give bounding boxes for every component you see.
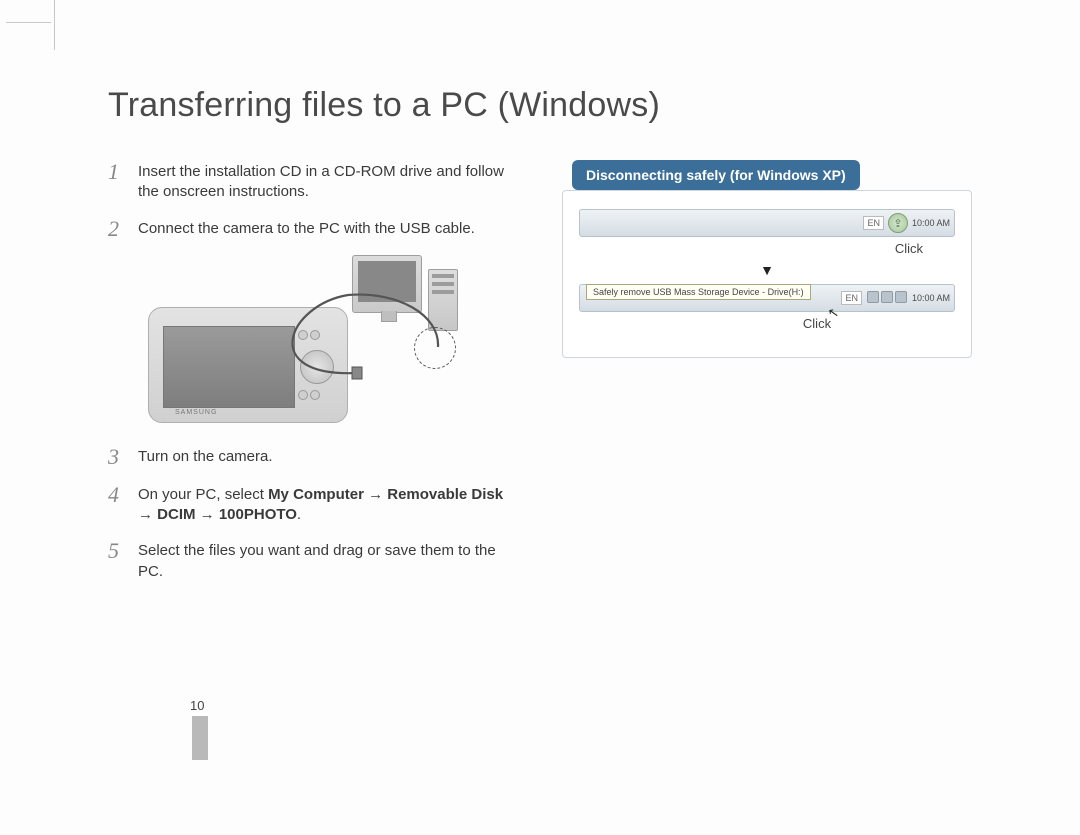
tray-clock: 10:00 AM (912, 293, 950, 303)
corner-rule-top (6, 22, 51, 23)
tray-icons (866, 291, 908, 305)
step-text-prefix: On your PC, select (138, 486, 268, 503)
step-text-suffix: . (297, 506, 301, 523)
cursor-icon: ↖ (827, 304, 841, 322)
step-text: Connect the camera to the PC with the US… (138, 217, 475, 241)
step-row: 5 Select the files you want and drag or … (108, 539, 514, 582)
page-number-tab (192, 716, 208, 760)
usb-connector-highlight (414, 327, 456, 369)
step-row: 1 Insert the installation CD in a CD-ROM… (108, 160, 514, 203)
camera-icon: SAMSUNG (148, 307, 348, 423)
language-indicator: EN (841, 291, 862, 305)
step-text: Turn on the camera. (138, 445, 273, 469)
step-text: On your PC, select My Computer → Removab… (138, 483, 514, 526)
taskbar-tray: Safely remove USB Mass Storage Device - … (579, 284, 955, 312)
arrow-down-icon: ▼ (579, 262, 955, 278)
steps-column: 1 Insert the installation CD in a CD-ROM… (108, 160, 514, 596)
click-label: Click (579, 241, 923, 256)
taskbar-tray: EN ⇪ 10:00 AM (579, 209, 955, 237)
step-row: 2 Connect the camera to the PC with the … (108, 217, 514, 241)
callout-column: Disconnecting safely (for Windows XP) EN… (562, 160, 972, 596)
step-number: 2 (108, 217, 124, 241)
step-text: Insert the installation CD in a CD-ROM d… (138, 160, 514, 203)
pc-tower-icon (428, 269, 458, 331)
step-row: 4 On your PC, select My Computer → Remov… (108, 483, 514, 526)
corner-rule-side (54, 0, 55, 50)
step-number: 3 (108, 445, 124, 469)
safely-remove-tooltip[interactable]: Safely remove USB Mass Storage Device - … (586, 284, 811, 300)
click-label: Click (679, 316, 955, 331)
tray-clock: 10:00 AM (912, 218, 950, 228)
content-columns: 1 Insert the installation CD in a CD-ROM… (108, 160, 978, 596)
monitor-icon (352, 255, 422, 313)
page-title: Transferring files to a PC (Windows) (108, 86, 660, 125)
callout-heading: Disconnecting safely (for Windows XP) (572, 160, 860, 190)
safely-remove-icon[interactable]: ⇪ (888, 213, 908, 233)
step-number: 5 (108, 539, 124, 582)
step-text: Select the files you want and drag or sa… (138, 539, 514, 582)
camera-brand-label: SAMSUNG (175, 409, 217, 416)
callout-box: EN ⇪ 10:00 AM Click ▼ Safely remove USB … (562, 190, 972, 358)
step-number: 4 (108, 483, 124, 526)
camera-pc-illustration: SAMSUNG (138, 255, 458, 423)
step-number: 1 (108, 160, 124, 203)
language-indicator: EN (863, 216, 884, 230)
page-number: 10 (190, 698, 204, 713)
step-row: 3 Turn on the camera. (108, 445, 514, 469)
